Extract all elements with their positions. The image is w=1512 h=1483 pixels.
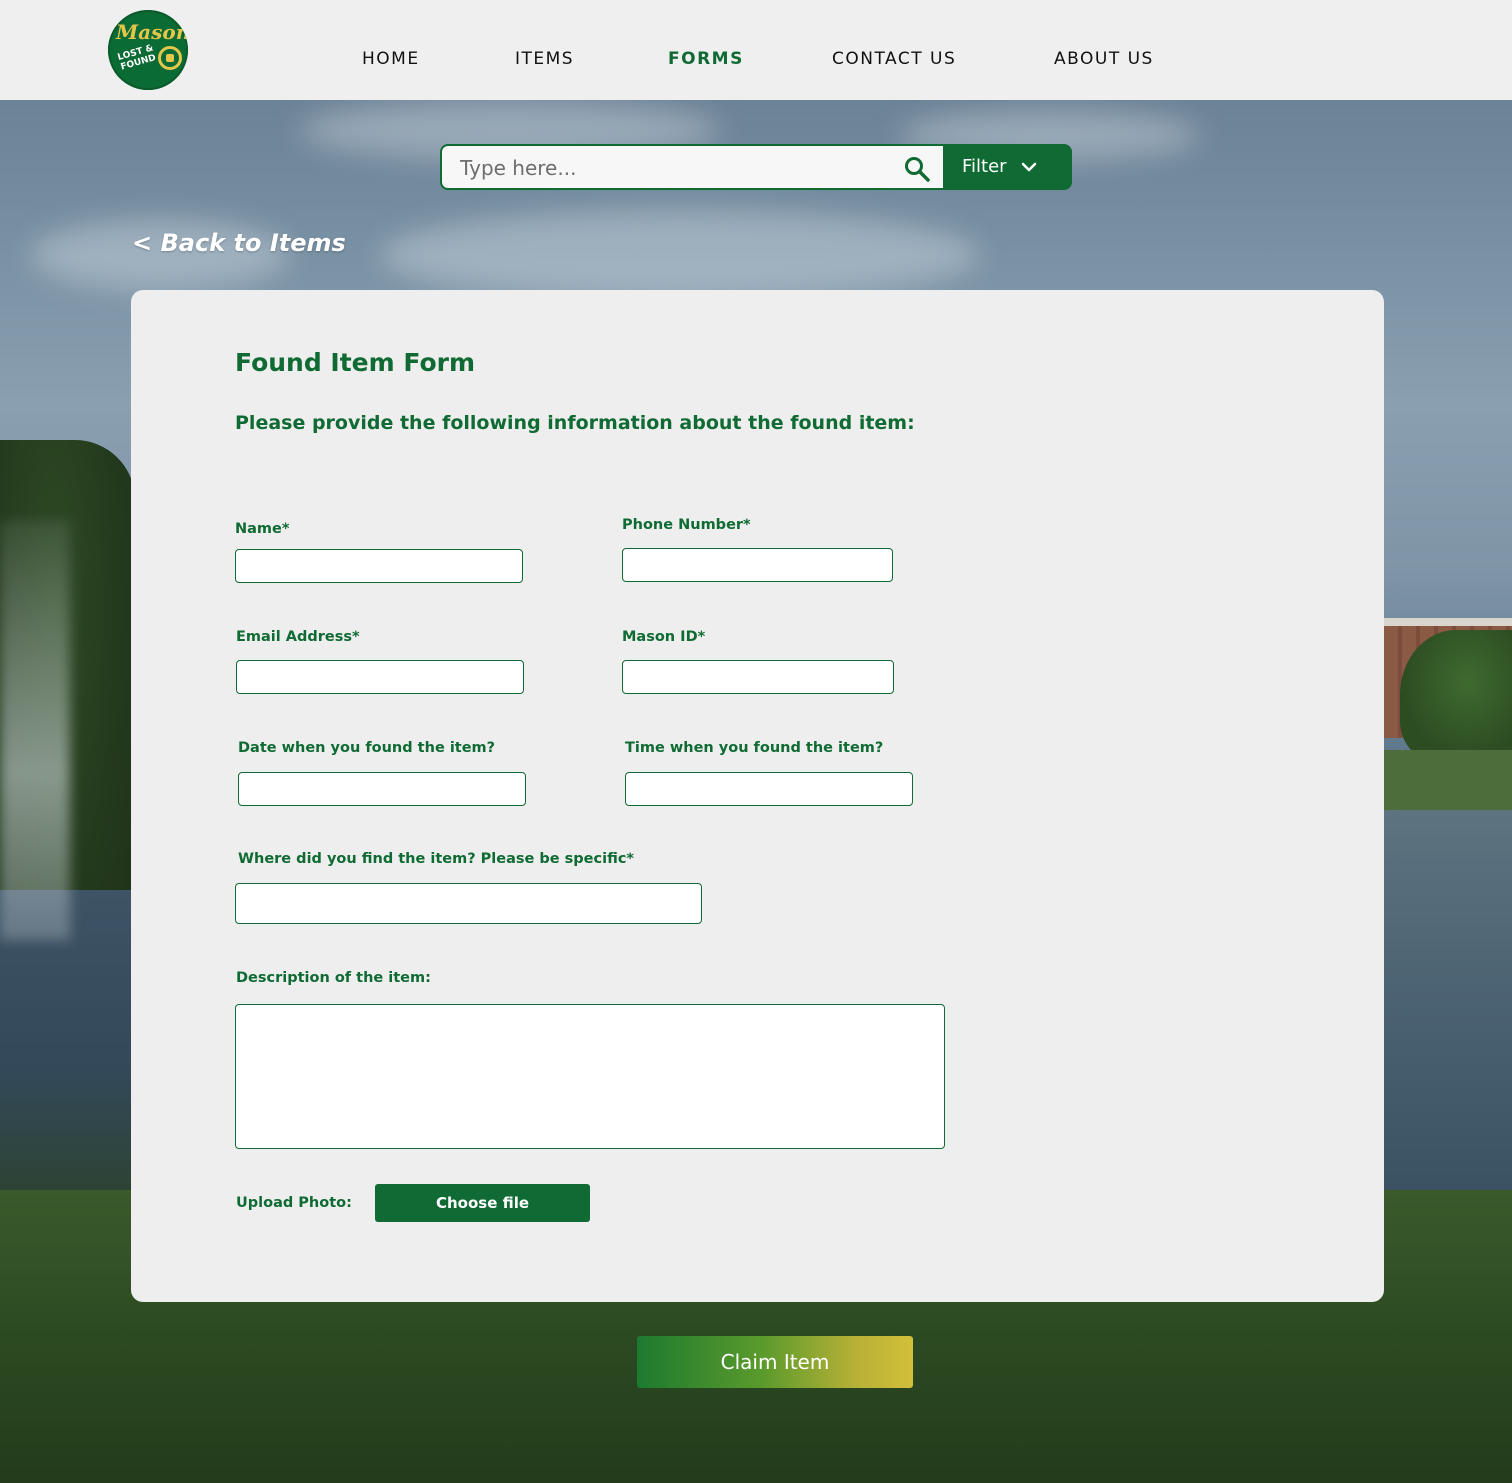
nav-home[interactable]: HOME — [362, 49, 420, 69]
trees — [1400, 630, 1512, 760]
form-subtitle: Please provide the following information… — [235, 412, 915, 434]
search-input[interactable] — [458, 146, 902, 190]
site-logo[interactable]: Mason LOST & FOUND — [108, 10, 188, 90]
name-label: Name* — [235, 521, 290, 537]
time-found-field[interactable] — [625, 772, 913, 806]
search-box — [440, 144, 945, 190]
form-title: Found Item Form — [235, 348, 476, 377]
upload-photo-label: Upload Photo: — [236, 1195, 352, 1211]
choose-file-button[interactable]: Choose file — [375, 1184, 590, 1222]
nav-forms[interactable]: FORMS — [668, 49, 744, 69]
nav-items[interactable]: ITEMS — [515, 49, 574, 69]
location-field[interactable] — [235, 883, 702, 924]
mason-id-field[interactable] — [622, 660, 894, 694]
logo-subtext: LOST & FOUND — [116, 43, 158, 73]
email-label: Email Address* — [236, 629, 360, 645]
fountain — [0, 520, 70, 940]
found-item-form-card: Found Item Form Please provide the follo… — [131, 290, 1384, 1302]
phone-number-field[interactable] — [622, 548, 893, 582]
time-found-label: Time when you found the item? — [625, 740, 884, 756]
description-textarea[interactable] — [235, 1004, 945, 1149]
mason-id-label: Mason ID* — [622, 629, 706, 645]
filter-label: Filter — [962, 156, 1007, 177]
name-field[interactable] — [235, 549, 523, 583]
logo-wordmark: Mason — [116, 20, 188, 44]
back-to-items-link[interactable]: < Back to Items — [132, 229, 346, 257]
chevron-down-icon — [1021, 162, 1037, 172]
magnifier-icon — [158, 46, 182, 70]
nav-contact-us[interactable]: CONTACT US — [832, 49, 956, 69]
pond — [1384, 810, 1512, 1190]
nav-about-us[interactable]: ABOUT US — [1054, 49, 1154, 69]
lawn — [1384, 750, 1512, 810]
date-found-field[interactable] — [238, 772, 526, 806]
description-label: Description of the item: — [236, 970, 431, 986]
cloud — [380, 210, 980, 300]
filter-dropdown[interactable]: Filter — [945, 144, 1072, 190]
claim-item-button[interactable]: Claim Item — [637, 1336, 913, 1388]
phone-label: Phone Number* — [622, 517, 751, 533]
location-label: Where did you find the item? Please be s… — [238, 851, 635, 867]
site-header: Mason LOST & FOUND HOME ITEMS FORMS CONT… — [0, 0, 1512, 100]
search-bar: Filter — [440, 144, 1072, 190]
search-icon[interactable] — [904, 156, 930, 182]
email-field[interactable] — [236, 660, 524, 694]
date-found-label: Date when you found the item? — [238, 740, 496, 756]
